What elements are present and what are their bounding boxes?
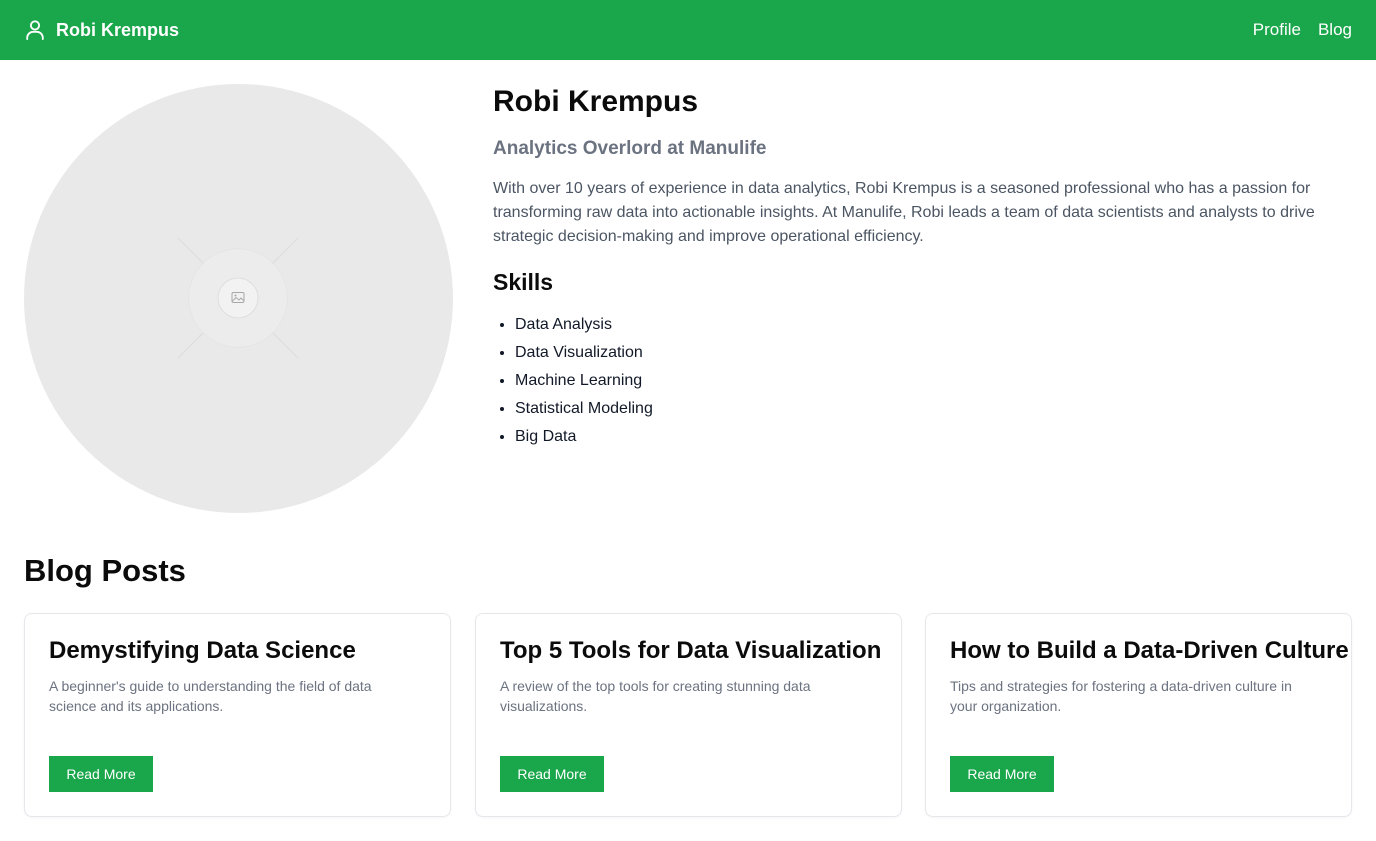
blog-card: Demystifying Data Science A beginner's g…	[24, 613, 451, 817]
user-icon	[24, 19, 46, 41]
navbar: Robi Krempus Profile Blog	[0, 0, 1376, 60]
skill-item: Statistical Modeling	[515, 395, 1353, 423]
blog-card-title: How to Build a Data-Driven Culture	[950, 637, 1349, 664]
skills-heading: Skills	[493, 269, 554, 295]
blog-card: Top 5 Tools for Data Visualization A rev…	[475, 613, 902, 817]
brand-link[interactable]: Robi Krempus	[24, 19, 179, 41]
read-more-button[interactable]: Read More	[49, 756, 153, 792]
brand-name: Robi Krempus	[56, 19, 180, 40]
image-placeholder-icon	[177, 237, 299, 359]
blog-card-title: Top 5 Tools for Data Visualization	[500, 637, 882, 664]
blog-card-title: Demystifying Data Science	[49, 637, 356, 664]
profile-bio: With over 10 years of experience in data…	[493, 180, 1315, 245]
nav-links: Profile Blog	[1253, 20, 1352, 40]
nav-link-blog[interactable]: Blog	[1318, 20, 1352, 40]
skill-item: Machine Learning	[515, 367, 1353, 395]
skill-item: Big Data	[515, 423, 1353, 451]
read-more-button[interactable]: Read More	[500, 756, 604, 792]
skill-item: Data Visualization	[515, 339, 1353, 367]
read-more-button[interactable]: Read More	[950, 756, 1054, 792]
blog-card-description: A review of the top tools for creating s…	[500, 678, 811, 714]
blog-card-description: A beginner's guide to understanding the …	[49, 678, 372, 714]
profile-info: Robi Krempus Analytics Overlord at Manul…	[493, 84, 1353, 451]
profile-name: Robi Krempus	[493, 85, 699, 118]
blog-card: How to Build a Data-Driven Culture Tips …	[925, 613, 1352, 817]
blog-card-description: Tips and strategies for fostering a data…	[950, 678, 1292, 714]
blog-heading: Blog Posts	[24, 553, 186, 588]
nav-link-profile[interactable]: Profile	[1253, 20, 1301, 40]
profile-title: Analytics Overlord at Manulife	[493, 138, 767, 159]
profile-avatar	[24, 84, 453, 513]
skill-item: Data Analysis	[515, 311, 1353, 339]
skills-list: Data Analysis Data Visualization Machine…	[493, 311, 1353, 451]
